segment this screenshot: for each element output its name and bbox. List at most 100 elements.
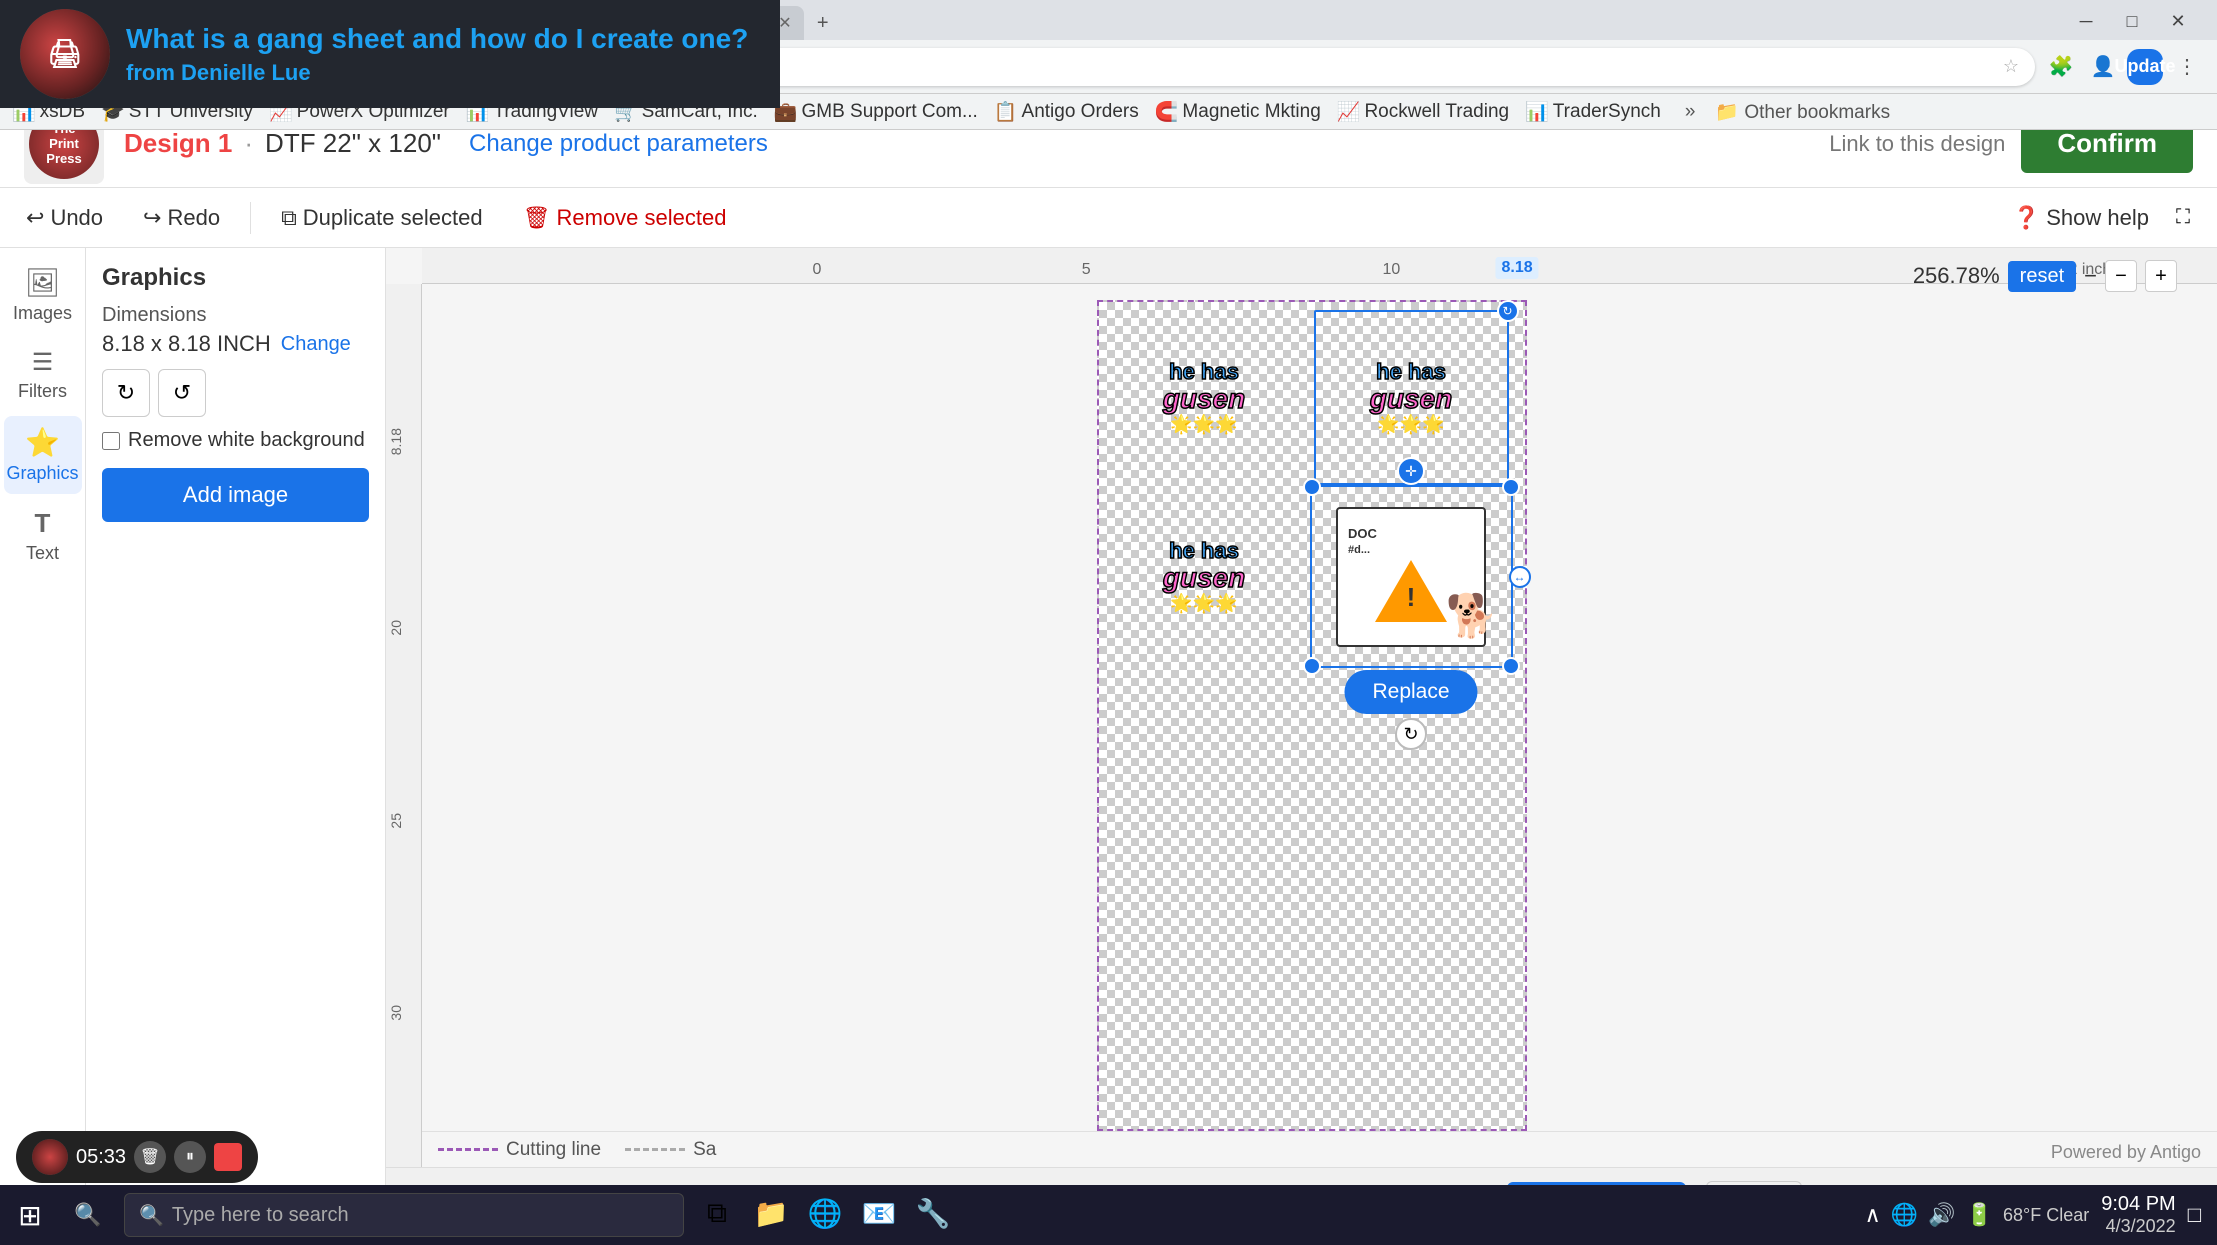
sidebar-item-images[interactable]: 🖼 Images [4,256,82,334]
taskbar-chrome[interactable]: 🌐 [800,1188,850,1242]
bookmark-rockwell[interactable]: 📈 Rockwell Trading [1337,100,1509,124]
extensions-button[interactable]: 🧩 [2043,49,2079,85]
show-help-button[interactable]: ❓ Show help [2013,205,2149,231]
start-button[interactable]: ⊞ [0,1185,60,1245]
ruler-mark-0: 0 [813,261,822,279]
rotate-handle-tr[interactable]: ↻ [1497,300,1519,322]
sticker-cell-2[interactable]: he has gusen 🌟🌟🌟 ↻ [1314,310,1509,485]
warning-triangle-container: ! [1375,560,1447,622]
bookmark-tradersynch[interactable]: 📊 TraderSynch [1525,100,1661,124]
filters-icon: ☰ [32,348,54,377]
toolbar: ↩ Undo ↪ Redo ⧉ Duplicate selected 🗑 Rem… [0,188,2217,248]
network-icon[interactable]: 🌐 [1891,1202,1918,1228]
taskbar-search-bar[interactable]: 🔍 Type here to search [124,1193,684,1237]
canvas-empty-space [1099,672,1525,1022]
rotate-ccw-button[interactable]: ↺ [158,369,206,417]
change-params-link[interactable]: Change product parameters [469,130,768,158]
sticker-cell-1[interactable]: he has gusen 🌟🌟🌟 [1107,310,1302,485]
images-icon: 🖼 [25,266,61,299]
taskbar-task-view[interactable]: ⧉ [692,1188,742,1242]
rec-delete-button[interactable]: 🗑 [134,1141,166,1173]
maximize-button[interactable]: □ [2113,2,2151,40]
weather-text: 68°F Clear [2003,1205,2089,1226]
taskbar-outlook[interactable]: 📧 [854,1188,904,1242]
yt-author-row: from Denielle Lue [126,60,748,86]
remove-bg-label: Remove white background [128,429,365,452]
cutting-line-dash [438,1148,498,1151]
add-image-button[interactable]: Add image [102,468,369,522]
update-button[interactable]: Update [2127,49,2163,85]
bookmark-antigo[interactable]: 📋 Antigo Orders [994,100,1139,124]
change-dimensions-link[interactable]: Change [281,333,351,356]
canvas-workspace[interactable]: he has gusen 🌟🌟🌟 he has gusen [422,284,2201,1131]
close-browser-button[interactable]: ✕ [2159,2,2197,40]
sidebar-item-text[interactable]: T Text [4,498,82,574]
redo-button[interactable]: ↪ Redo [133,199,230,237]
yt-info: What is a gang sheet and how do I create… [126,22,748,86]
remove-button[interactable]: 🗑 Remove selected [513,199,737,237]
ruler-v-mark-20: 20 [388,620,404,636]
rotate-bottom-handle[interactable]: ↻ [1395,718,1427,750]
text-icon: T [35,508,51,539]
show-desktop-button[interactable]: □ [2188,1202,2201,1228]
dimensions-row: 8.18 x 8.18 INCH Change [102,331,369,357]
battery-icon[interactable]: 🔋 [1966,1202,1993,1228]
sidebar-item-filters[interactable]: ☰ Filters [4,338,82,412]
fullscreen-button[interactable]: ⛶ [2165,200,2201,236]
menu-button[interactable]: ⋮ [2169,49,2205,85]
sticker-1: he has gusen 🌟🌟🌟 [1163,360,1245,435]
cutting-line-legend: Cutting line [438,1139,601,1161]
taskbar-app5[interactable]: 🔧 [908,1188,958,1242]
more-bookmarks[interactable]: » [1685,101,1696,123]
outlook-icon: 📧 [862,1197,897,1230]
cutting-line-label: Cutting line [506,1139,601,1161]
panel-title: Graphics [102,264,369,292]
scale-right-handle[interactable]: ↔ [1509,566,1531,588]
sidebar-item-graphics[interactable]: ⭐ Graphics [4,416,82,494]
sticker-grid: he has gusen 🌟🌟🌟 he has gusen [1099,302,1525,672]
help-circle-icon: ❓ [2013,205,2040,231]
volume-icon[interactable]: 🔊 [1928,1202,1955,1228]
bookmark-gmb[interactable]: 💼 GMB Support Com... [774,100,978,124]
bookmark-magnetic[interactable]: 🧲 Magnetic Mkting [1155,100,1321,124]
cortana-button[interactable]: 🔍 [60,1187,116,1243]
minimize-button[interactable]: ─ [2067,2,2105,40]
rec-stop-button[interactable] [214,1143,242,1171]
clock[interactable]: 9:04 PM 4/3/2022 [2101,1193,2175,1237]
search-placeholder-text: Type here to search [172,1204,349,1227]
yt-video-title: What is a gang sheet and how do I create… [126,22,748,56]
ruler-mark-5: 5 [1082,261,1091,279]
sticker-cell-4[interactable]: ✛ ↔ DOC#d... ! [1314,489,1509,664]
powered-by: Powered by Antigo [2051,1142,2201,1163]
design-name: Design 1 [124,128,232,159]
yt-overlay: 🖨 What is a gang sheet and how do I crea… [0,0,780,108]
rec-pause-button[interactable]: ⏸ [174,1141,206,1173]
nav-icons: 🧩 👤 Update ⋮ [2043,49,2205,85]
file-explorer-icon: 📁 [754,1197,789,1230]
system-icons: ∧ 🌐 🔊 🔋 68°F Clear [1865,1202,2090,1228]
undo-button[interactable]: ↩ Undo [16,199,113,237]
app-container: ThePrintPress Design 1 · DTF 22" x 120" … [0,100,2217,1245]
rotate-cw-button[interactable]: ↻ [102,369,150,417]
tab-3-close[interactable]: ✕ [778,13,791,33]
graphics-icon: ⭐ [25,426,60,459]
remove-bg-checkbox[interactable] [102,432,120,450]
bookmark-antigo-icon: 📋 [994,100,1018,124]
chevron-up-icon[interactable]: ∧ [1865,1202,1881,1228]
clock-date: 4/3/2022 [2106,1216,2176,1237]
other-bookmarks[interactable]: 📁 Other bookmarks [1715,100,1890,124]
new-tab-button[interactable]: + [806,6,840,40]
trash-icon: 🗑 [523,205,551,231]
taskbar-apps: ⧉ 📁 🌐 📧 🔧 [692,1188,1865,1242]
graphics-panel: Graphics Dimensions 8.18 x 8.18 INCH Cha… [86,248,386,1245]
bookmark-star-icon[interactable]: ☆ [2003,56,2019,77]
taskbar-file-explorer[interactable]: 📁 [746,1188,796,1242]
duplicate-button[interactable]: ⧉ Duplicate selected [271,199,493,237]
design-canvas[interactable]: he has gusen 🌟🌟🌟 he has gusen [1097,300,1527,1131]
sticker-cell-3[interactable]: he has gusen 🌟🌟🌟 [1107,489,1302,664]
dimensions-label: Dimensions [102,304,369,327]
toolbar-separator-1 [250,202,251,234]
replace-button[interactable]: Replace [1344,670,1477,714]
link-design-link[interactable]: Link to this design [1829,131,2005,157]
ruler-v-mark-25: 25 [388,813,404,829]
